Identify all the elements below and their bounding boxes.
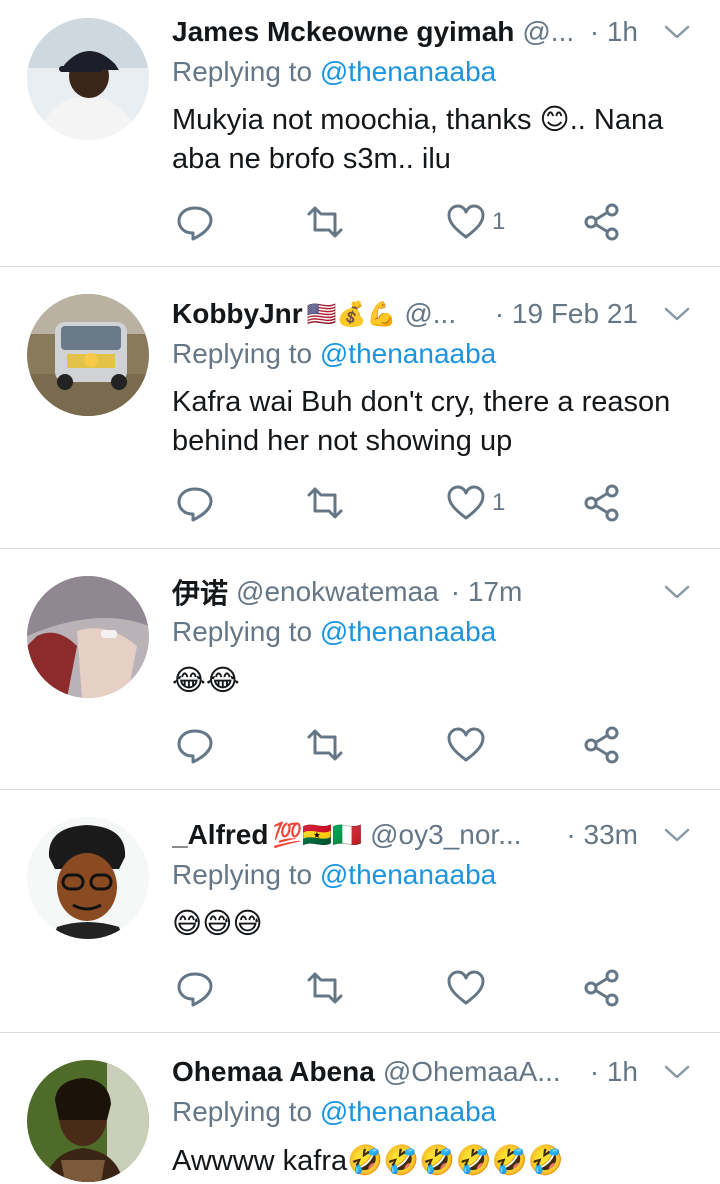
- user-handle[interactable]: @OhemaaA...: [383, 1056, 561, 1088]
- share-icon: [584, 969, 619, 1007]
- tweet-item[interactable]: Ohemaa Abena @OhemaaA... · 1h Replying t…: [0, 1033, 720, 1184]
- tweet-text: Mukyia not moochia, thanks 😊.. Nana aba …: [172, 104, 664, 175]
- reply-icon: [177, 206, 213, 241]
- reply-icon: [177, 972, 213, 1007]
- replying-to: Replying to @thenanaaba: [172, 616, 496, 648]
- replying-to-label: Replying to: [172, 338, 320, 369]
- retweet-button[interactable]: [305, 481, 345, 525]
- replying-to: Replying to @thenanaaba: [172, 859, 496, 891]
- retweet-button[interactable]: [305, 200, 345, 244]
- tweet-item[interactable]: 伊诺 @enokwatemaa · 17m Replying to @thena…: [0, 549, 720, 789]
- share-icon: [584, 726, 619, 764]
- chevron-down-icon[interactable]: [664, 815, 690, 855]
- replying-to: Replying to @thenanaaba: [172, 56, 496, 88]
- replying-to-label: Replying to: [172, 616, 320, 647]
- tweet-text: 😂😂: [172, 665, 240, 697]
- mention-link[interactable]: @thenanaaba: [320, 338, 496, 369]
- tweet-text: 😅😅😅: [172, 908, 263, 940]
- chevron-down-icon[interactable]: [664, 12, 690, 52]
- share-button[interactable]: [582, 200, 622, 244]
- user-handle[interactable]: @...: [404, 298, 456, 330]
- replying-to-label: Replying to: [172, 56, 320, 87]
- retweet-icon: [307, 487, 343, 519]
- reply-button[interactable]: [175, 481, 215, 525]
- heart-icon: [447, 204, 485, 239]
- reply-button[interactable]: [175, 966, 215, 1010]
- replying-to-label: Replying to: [172, 1096, 320, 1127]
- user-handle[interactable]: @enokwatemaa: [236, 576, 439, 608]
- timestamp[interactable]: · 17m: [445, 576, 523, 608]
- mention-link[interactable]: @thenanaaba: [320, 616, 496, 647]
- retweet-button[interactable]: [305, 723, 345, 767]
- timestamp[interactable]: · 1h: [584, 1056, 638, 1088]
- timestamp[interactable]: · 33m: [560, 819, 638, 851]
- replying-to: Replying to @thenanaaba: [172, 1096, 496, 1128]
- share-button[interactable]: [582, 481, 622, 525]
- user-handle[interactable]: @oy3_nor...: [370, 819, 521, 851]
- reply-button[interactable]: [175, 723, 215, 767]
- display-name[interactable]: 伊诺: [172, 572, 228, 612]
- tweet-item[interactable]: _Alfred 💯🇬🇭🇮🇹 @oy3_nor... · 33m Replying…: [0, 790, 720, 1032]
- retweet-icon: [307, 729, 343, 761]
- tweet-item[interactable]: James Mckeowne gyimah @... · 1h Replying…: [0, 0, 720, 266]
- display-name[interactable]: James Mckeowne gyimah: [172, 16, 514, 48]
- chevron-down-icon[interactable]: [664, 1052, 690, 1092]
- display-name[interactable]: Ohemaa Abena: [172, 1056, 375, 1088]
- share-icon: [584, 203, 619, 241]
- share-icon: [584, 484, 619, 522]
- name-emoji: 🇺🇸💰💪: [306, 300, 397, 328]
- replying-to-label: Replying to: [172, 859, 320, 890]
- heart-icon: [447, 485, 485, 520]
- avatar[interactable]: [27, 18, 149, 140]
- mention-link[interactable]: @thenanaaba: [320, 1096, 496, 1127]
- display-name[interactable]: _Alfred: [172, 819, 268, 851]
- retweet-icon: [307, 972, 343, 1004]
- like-button[interactable]: [446, 966, 492, 1010]
- reply-icon: [177, 729, 213, 764]
- like-button[interactable]: [446, 723, 492, 767]
- reply-icon: [177, 487, 213, 522]
- chevron-down-icon[interactable]: [664, 294, 690, 334]
- retweet-button[interactable]: [305, 966, 345, 1010]
- tweet-text: Awwww kafra🤣🤣🤣🤣🤣🤣: [172, 1145, 564, 1177]
- like-button[interactable]: 1: [446, 200, 505, 244]
- mention-link[interactable]: @thenanaaba: [320, 56, 496, 87]
- tweet-text: Kafra wai Buh don't cry, there a reason …: [172, 386, 671, 457]
- display-name[interactable]: KobbyJnr: [172, 298, 303, 330]
- share-button[interactable]: [582, 966, 622, 1010]
- tweet-actions: [0, 723, 720, 767]
- name-emoji: 💯🇬🇭🇮🇹: [272, 821, 363, 849]
- avatar[interactable]: [27, 576, 149, 698]
- reply-button[interactable]: [175, 200, 215, 244]
- avatar[interactable]: [27, 817, 149, 939]
- tweet-actions: [0, 966, 720, 1010]
- avatar[interactable]: [27, 1060, 149, 1182]
- tweet-actions: 1: [0, 481, 720, 525]
- heart-icon: [447, 970, 485, 1005]
- tweet-item[interactable]: KobbyJnr 🇺🇸💰💪 @... · 19 Feb 21 Replying …: [0, 267, 720, 548]
- like-button[interactable]: 1: [446, 481, 505, 525]
- timestamp[interactable]: · 19 Feb 21: [489, 298, 638, 330]
- replying-to: Replying to @thenanaaba: [172, 338, 496, 370]
- like-count: 1: [492, 208, 506, 235]
- heart-icon: [447, 727, 485, 762]
- like-count: 1: [492, 489, 506, 516]
- retweet-icon: [307, 206, 343, 238]
- user-handle[interactable]: @...: [522, 16, 574, 48]
- avatar[interactable]: [27, 294, 149, 416]
- tweet-actions: 1: [0, 200, 720, 244]
- chevron-down-icon[interactable]: [664, 572, 690, 612]
- share-button[interactable]: [582, 723, 622, 767]
- timestamp[interactable]: · 1h: [584, 16, 638, 48]
- mention-link[interactable]: @thenanaaba: [320, 859, 496, 890]
